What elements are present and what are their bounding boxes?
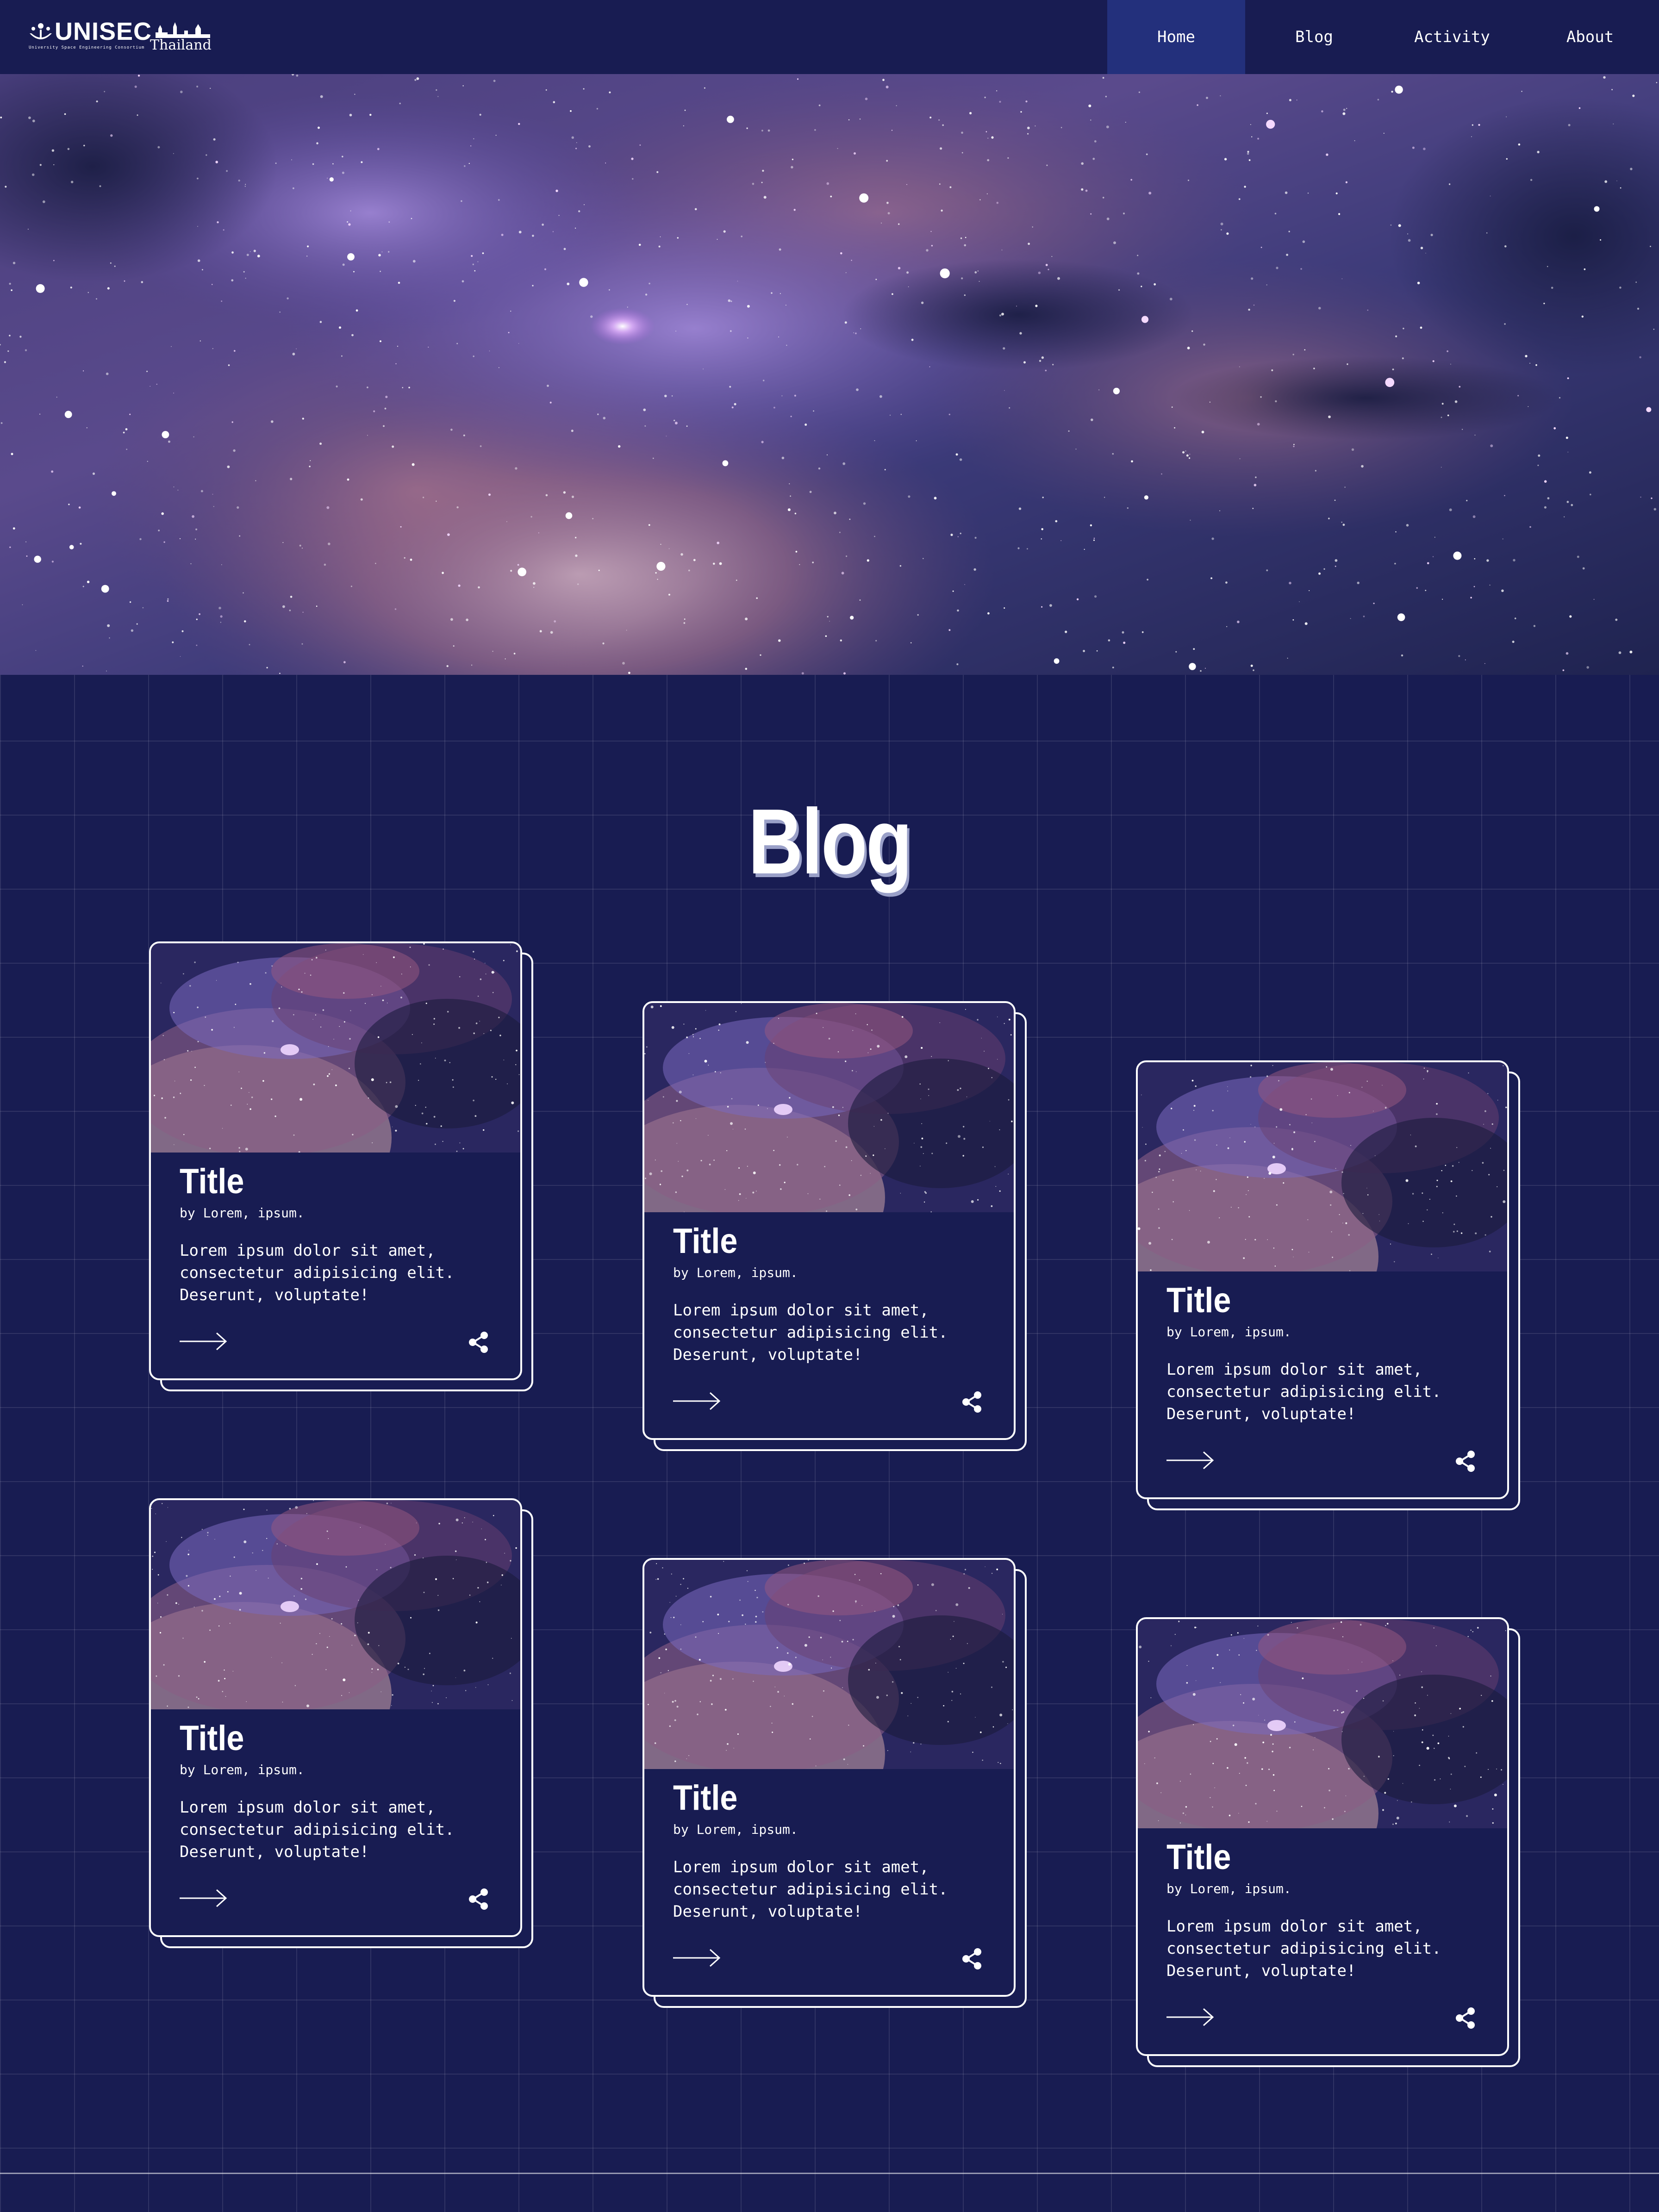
share-icon[interactable] bbox=[960, 1390, 984, 1414]
card-author: by Lorem, ipsum. bbox=[1166, 1881, 1291, 1896]
nav-item-activity[interactable]: Activity bbox=[1383, 0, 1521, 74]
milky-way-thumbnail bbox=[644, 1560, 1014, 1769]
card-excerpt: Lorem ipsum dolor sit amet, consectetur … bbox=[1166, 1360, 1441, 1423]
nav-item-about[interactable]: About bbox=[1521, 0, 1659, 74]
hero-banner bbox=[0, 74, 1659, 675]
card-excerpt: Lorem ipsum dolor sit amet, consectetur … bbox=[180, 1241, 455, 1304]
arrow-right-icon[interactable] bbox=[180, 1889, 228, 1907]
card-image bbox=[644, 1003, 1014, 1212]
footer-divider bbox=[0, 2173, 1659, 2174]
milky-way-thumbnail bbox=[1138, 1619, 1507, 1828]
nav-item-home[interactable]: Home bbox=[1107, 0, 1245, 74]
card-image bbox=[1138, 1619, 1507, 1828]
skyline-icon bbox=[149, 22, 210, 38]
card-body-panel: Title by Lorem, ipsum. Lorem ipsum dolor… bbox=[642, 1558, 1016, 1997]
logo-subtitle: Thailand bbox=[150, 37, 212, 53]
card-body-panel: Title by Lorem, ipsum. Lorem ipsum dolor… bbox=[149, 1498, 522, 1937]
card-title[interactable]: Title bbox=[673, 1777, 737, 1819]
nav-item-blog[interactable]: Blog bbox=[1245, 0, 1383, 74]
unisec-logo-icon bbox=[30, 23, 52, 39]
milky-way-thumbnail bbox=[151, 943, 520, 1153]
card-title[interactable]: Title bbox=[180, 1161, 244, 1203]
card-excerpt: Lorem ipsum dolor sit amet, consectetur … bbox=[1166, 1917, 1441, 1980]
blog-card[interactable]: Title by Lorem, ipsum. Lorem ipsum dolor… bbox=[642, 1558, 1027, 2008]
card-body-panel: Title by Lorem, ipsum. Lorem ipsum dolor… bbox=[1136, 1060, 1509, 1499]
share-icon[interactable] bbox=[467, 1330, 491, 1354]
card-author: by Lorem, ipsum. bbox=[1166, 1324, 1291, 1340]
card-image bbox=[644, 1560, 1014, 1769]
arrow-right-icon[interactable] bbox=[1166, 2008, 1215, 2026]
logo-name: UNISEC bbox=[55, 18, 152, 45]
card-body-panel: Title by Lorem, ipsum. Lorem ipsum dolor… bbox=[149, 941, 522, 1380]
nav-menu: Home Blog Activity About bbox=[1107, 0, 1659, 74]
milky-way-thumbnail bbox=[1138, 1062, 1507, 1271]
card-title[interactable]: Title bbox=[673, 1221, 737, 1262]
milky-way-thumbnail bbox=[644, 1003, 1014, 1212]
blog-card[interactable]: Title by Lorem, ipsum. Lorem ipsum dolor… bbox=[1136, 1060, 1520, 1510]
card-excerpt: Lorem ipsum dolor sit amet, consectetur … bbox=[180, 1798, 455, 1861]
card-title[interactable]: Title bbox=[1166, 1280, 1231, 1321]
blog-card[interactable]: Title by Lorem, ipsum. Lorem ipsum dolor… bbox=[149, 1498, 533, 1948]
card-title[interactable]: Title bbox=[1166, 1837, 1231, 1878]
milky-way-starfield bbox=[0, 74, 1659, 675]
logo-tagline: University Space Engineering Consortium bbox=[29, 45, 145, 50]
card-excerpt: Lorem ipsum dolor sit amet, consectetur … bbox=[673, 1858, 948, 1921]
unisec-logo[interactable]: UNISEC Thailand University Space Enginee… bbox=[28, 18, 213, 55]
card-author: by Lorem, ipsum. bbox=[180, 1762, 305, 1777]
share-icon[interactable] bbox=[1453, 2006, 1478, 2030]
card-body-panel: Title by Lorem, ipsum. Lorem ipsum dolor… bbox=[1136, 1617, 1509, 2056]
card-author: by Lorem, ipsum. bbox=[180, 1205, 305, 1221]
blog-section-title: Blog bbox=[748, 790, 912, 893]
top-navbar: UNISEC Thailand University Space Enginee… bbox=[0, 0, 1659, 74]
arrow-right-icon[interactable] bbox=[180, 1332, 228, 1351]
share-icon[interactable] bbox=[467, 1887, 491, 1911]
card-author: by Lorem, ipsum. bbox=[673, 1265, 798, 1280]
card-author: by Lorem, ipsum. bbox=[673, 1822, 798, 1837]
milky-way-thumbnail bbox=[151, 1500, 520, 1709]
card-title[interactable]: Title bbox=[180, 1718, 244, 1759]
blog-card[interactable]: Title by Lorem, ipsum. Lorem ipsum dolor… bbox=[642, 1001, 1027, 1451]
arrow-right-icon[interactable] bbox=[673, 1949, 721, 1967]
arrow-right-icon[interactable] bbox=[673, 1392, 721, 1410]
card-image bbox=[1138, 1062, 1507, 1271]
share-icon[interactable] bbox=[960, 1947, 984, 1971]
card-image bbox=[151, 943, 520, 1153]
share-icon[interactable] bbox=[1453, 1449, 1478, 1473]
arrow-right-icon[interactable] bbox=[1166, 1451, 1215, 1470]
card-image bbox=[151, 1500, 520, 1709]
blog-card[interactable]: Title by Lorem, ipsum. Lorem ipsum dolor… bbox=[149, 941, 533, 1391]
card-excerpt: Lorem ipsum dolor sit amet, consectetur … bbox=[673, 1301, 948, 1364]
card-body-panel: Title by Lorem, ipsum. Lorem ipsum dolor… bbox=[642, 1001, 1016, 1440]
blog-card[interactable]: Title by Lorem, ipsum. Lorem ipsum dolor… bbox=[1136, 1617, 1520, 2067]
